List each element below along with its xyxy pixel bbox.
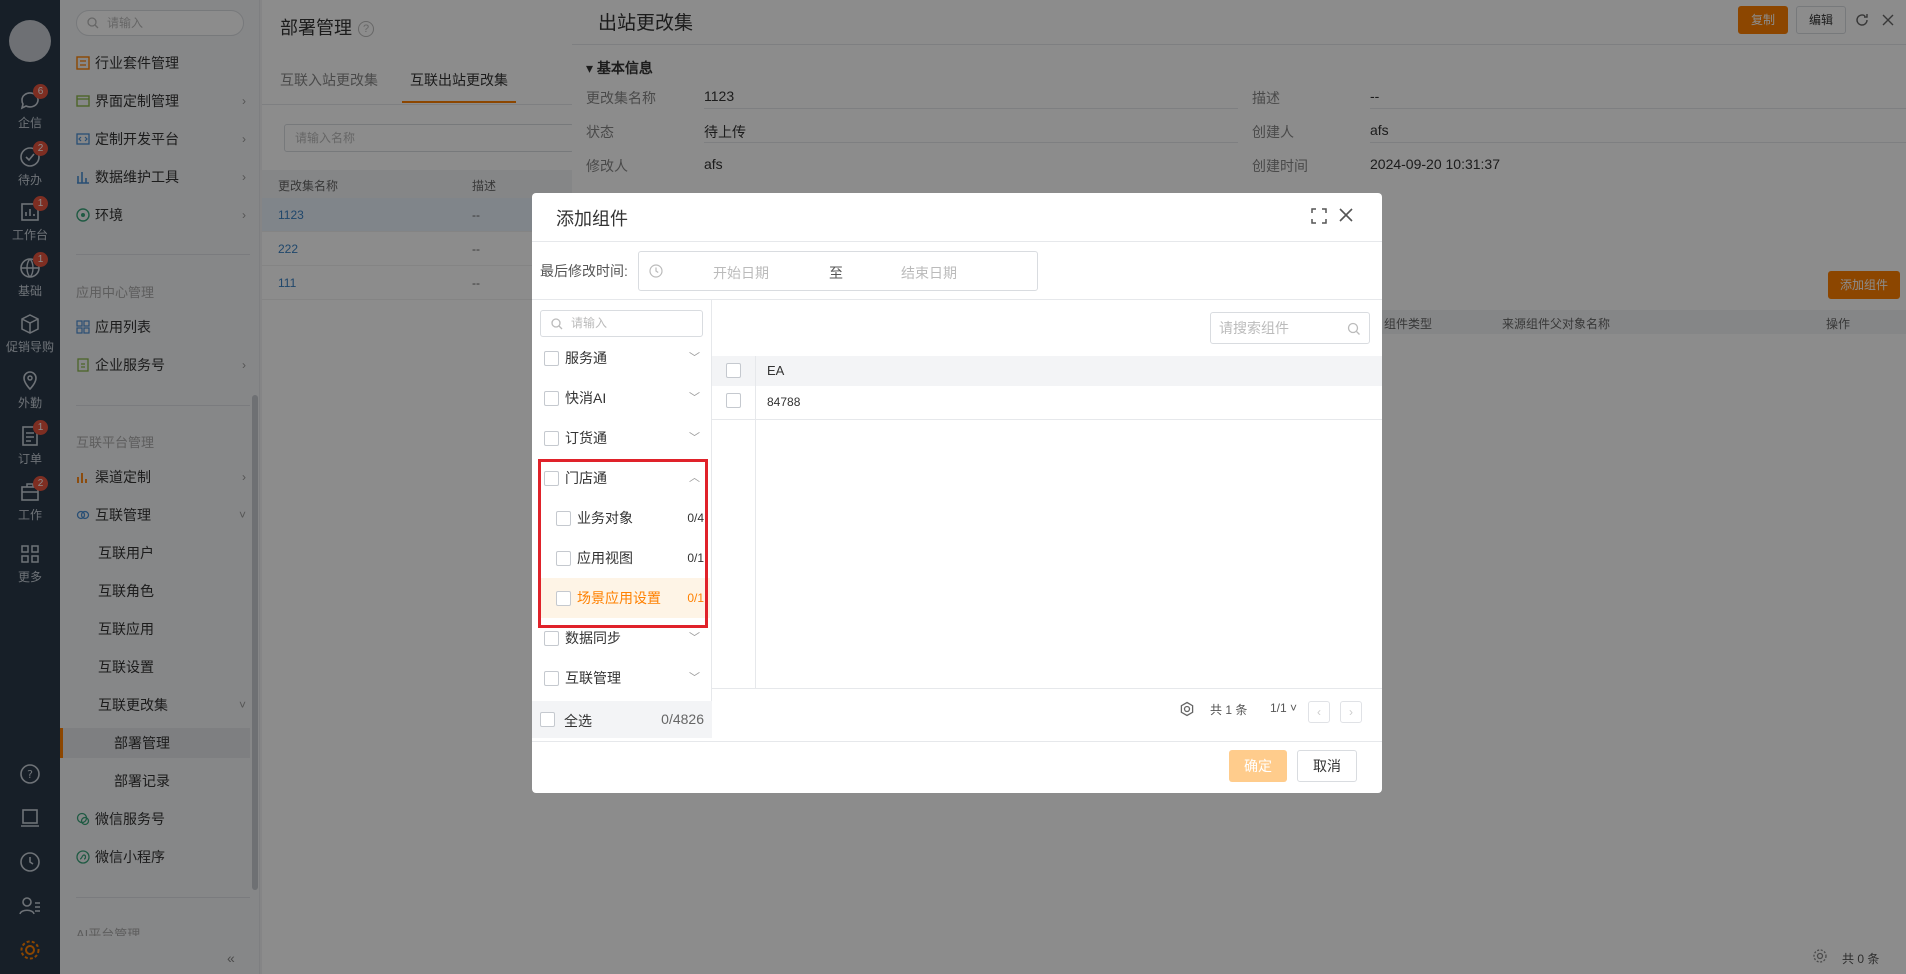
confirm-button[interactable]: 确定 — [1229, 750, 1287, 782]
start-date-input[interactable]: 开始日期 — [713, 263, 769, 283]
category-item[interactable]: 数据同步 ﹀ — [544, 626, 704, 650]
next-page-button[interactable]: › — [1340, 701, 1362, 723]
chevron-down-icon: ˅ — [1290, 701, 1298, 715]
category-search-placeholder: 请输入 — [571, 316, 608, 330]
dialog-title: 添加组件 — [556, 209, 628, 229]
category-label: 服务通 — [565, 350, 607, 366]
category-item[interactable]: 快消AI ﹀ — [544, 386, 704, 410]
category-item[interactable]: 服务通 ﹀ — [544, 346, 704, 370]
search-icon — [551, 318, 563, 330]
pager-page-select[interactable]: 1/1 ˅ — [1270, 701, 1297, 715]
date-separator: 至 — [829, 265, 843, 281]
fullscreen-icon[interactable] — [1310, 207, 1328, 225]
cancel-button[interactable]: 取消 — [1297, 750, 1357, 782]
prev-page-button[interactable]: ‹ — [1308, 701, 1330, 723]
close-icon[interactable] — [1336, 205, 1356, 225]
clock-icon — [649, 264, 663, 278]
category-label: 订货通 — [565, 430, 607, 446]
table-column-divider — [755, 356, 756, 688]
select-all-row[interactable]: 全选 0/4826 — [532, 701, 712, 738]
pager-total: 共 1 条 — [1210, 703, 1248, 717]
checkbox[interactable] — [544, 431, 559, 446]
category-pane: 请输入 服务通 ﹀ 快消AI ﹀ 订货通 ﹀ 门店通 ︿ 业务对象 0/4 应用视图 0/1… — [532, 300, 712, 735]
date-range-picker[interactable]: 开始日期 至 结束日期 — [638, 251, 1038, 291]
component-table-header: EA — [712, 356, 1382, 386]
category-label: 数据同步 — [565, 630, 621, 646]
category-item[interactable]: 互联管理 ﹀ — [544, 666, 704, 690]
date-filter-label: 最后修改时间: — [540, 263, 628, 279]
chevron-down-icon[interactable]: ﹀ — [689, 346, 700, 370]
col-ea[interactable]: EA — [767, 363, 784, 378]
search-icon — [1347, 322, 1360, 335]
checkbox[interactable] — [544, 631, 559, 646]
highlight-annotation-box — [538, 459, 708, 628]
header-checkbox[interactable] — [726, 363, 741, 378]
checkbox[interactable] — [544, 351, 559, 366]
cell-ea: 84788 — [767, 395, 801, 409]
dialog-footer-divider — [532, 741, 1382, 742]
category-item[interactable]: 订货通 ﹀ — [544, 426, 704, 450]
chevron-down-icon[interactable]: ﹀ — [689, 386, 700, 410]
category-label: 互联管理 — [565, 670, 621, 686]
select-all-label: 全选 — [564, 713, 592, 729]
component-search-input[interactable]: 请搜索组件 — [1210, 312, 1370, 344]
table-row[interactable]: 84788 — [712, 386, 1382, 420]
chevron-down-icon[interactable]: ﹀ — [689, 626, 700, 650]
end-date-input[interactable]: 结束日期 — [901, 263, 957, 283]
select-all-count: 0/4826 — [661, 711, 704, 727]
checkbox[interactable] — [544, 391, 559, 406]
add-component-dialog: 添加组件 最后修改时间: 开始日期 至 结束日期 请输入 服务通 ﹀ 快消AI ﹀ … — [532, 193, 1382, 793]
chevron-down-icon[interactable]: ﹀ — [689, 666, 700, 690]
row-checkbox[interactable] — [726, 393, 741, 408]
table-settings-icon[interactable] — [1179, 701, 1195, 717]
select-all-checkbox[interactable] — [540, 712, 555, 727]
pager-page: 1/1 — [1270, 701, 1287, 715]
table-footer-divider — [712, 688, 1382, 689]
chevron-down-icon[interactable]: ﹀ — [689, 426, 700, 450]
component-search-placeholder: 请搜索组件 — [1219, 320, 1289, 336]
category-search-input[interactable]: 请输入 — [540, 310, 703, 337]
category-label: 快消AI — [565, 390, 607, 406]
checkbox[interactable] — [544, 671, 559, 686]
dialog-divider — [532, 241, 1382, 242]
